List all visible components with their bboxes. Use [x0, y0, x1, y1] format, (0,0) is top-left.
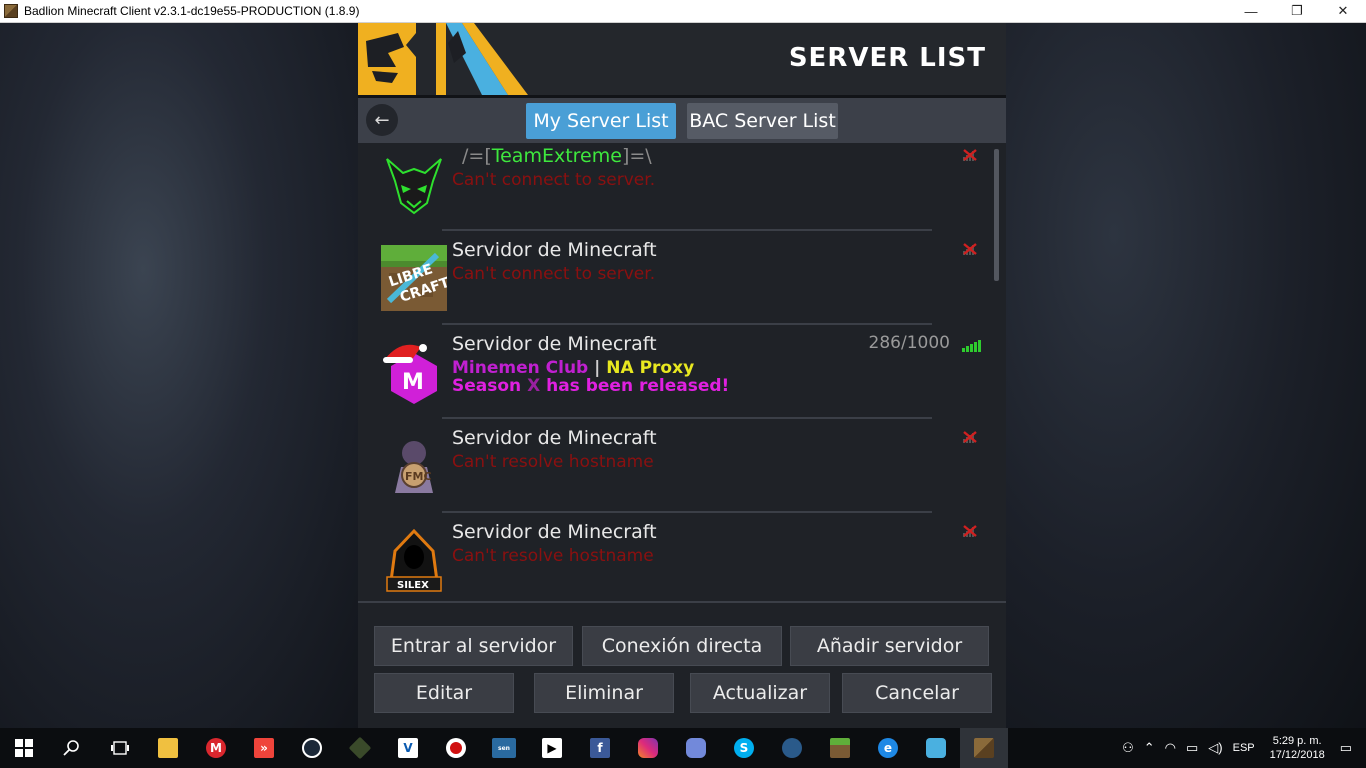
minemen-club-icon: M	[383, 344, 437, 404]
page-title: SERVER LIST	[788, 43, 986, 73]
motd-released: has been released!	[540, 376, 730, 396]
connection-error-icon	[963, 431, 977, 443]
svg-text:SILEX: SILEX	[397, 580, 429, 591]
server-name-prefix: /=[	[462, 145, 492, 167]
task-view-icon[interactable]	[96, 728, 144, 768]
window-controls: — ❐ ✕	[1228, 0, 1366, 23]
sentinel-app-icon[interactable]: sen	[480, 728, 528, 768]
header: SERVER LIST	[358, 23, 1006, 95]
motd-season-x: X	[527, 376, 541, 396]
badlion-logo-icon	[358, 23, 528, 95]
server-list: /=[TeamExtreme]=\ Can't connect to serve…	[358, 143, 1006, 603]
battery-icon[interactable]: ▭	[1186, 740, 1198, 756]
mega-icon[interactable]: M	[192, 728, 240, 768]
hooded-figure-icon: SILEX	[381, 527, 447, 593]
close-button[interactable]: ✕	[1320, 0, 1366, 23]
facebook-icon[interactable]: f	[576, 728, 624, 768]
add-server-button[interactable]: Añadir servidor	[790, 626, 989, 666]
clock[interactable]: 5:29 p. m. 17/12/2018	[1270, 734, 1325, 762]
server-name: Servidor de Minecraft	[452, 333, 657, 355]
cancel-button[interactable]: Cancelar	[842, 673, 992, 713]
connection-error-icon	[963, 149, 977, 161]
connection-error-icon	[963, 243, 977, 255]
motd-na-proxy: NA Proxy	[606, 358, 695, 378]
clock-date: 17/12/2018	[1269, 749, 1325, 761]
server-status-message: Can't connect to server.	[452, 264, 656, 284]
server-name: Servidor de Minecraft	[452, 521, 657, 543]
back-button[interactable]: ←	[366, 104, 398, 136]
motd-separator: |	[594, 358, 601, 378]
discord-icon[interactable]	[672, 728, 720, 768]
window-titlebar: Badlion Minecraft Client v2.3.1-dc19e55-…	[0, 0, 1366, 23]
server-list-panel: SERVER LIST ← My Server List BAC Server …	[358, 23, 1006, 728]
server-name: Servidor de Minecraft	[452, 427, 657, 449]
join-server-button[interactable]: Entrar al servidor	[374, 626, 573, 666]
teamspeak-icon[interactable]	[768, 728, 816, 768]
language-indicator[interactable]: ESP	[1233, 742, 1255, 754]
minecraft-grass-block-icon[interactable]	[816, 728, 864, 768]
delete-button[interactable]: Eliminar	[534, 673, 674, 713]
badlion-taskbar-icon[interactable]	[912, 728, 960, 768]
direct-connect-button[interactable]: Conexión directa	[582, 626, 782, 666]
people-icon[interactable]: ⚇	[1122, 740, 1134, 756]
server-motd-line2: Season X has been released!	[452, 376, 729, 396]
steam-icon[interactable]	[288, 728, 336, 768]
vegas-icon[interactable]: V	[384, 728, 432, 768]
video-player-icon[interactable]: ▶	[528, 728, 576, 768]
maximize-button[interactable]: ❐	[1274, 0, 1320, 23]
server-status-message: Can't resolve hostname	[452, 546, 654, 566]
obs-record-icon[interactable]	[432, 728, 480, 768]
game-background-right	[1006, 23, 1366, 728]
signal-strength-icon	[962, 338, 982, 352]
server-name-suffix: ]=\	[621, 145, 652, 167]
skype-icon[interactable]: S	[720, 728, 768, 768]
minimize-button[interactable]: —	[1228, 0, 1274, 23]
server-status-message: Can't connect to server.	[452, 170, 656, 190]
server-name: /=[TeamExtreme]=\	[462, 145, 652, 167]
tab-bar: ← My Server List BAC Server List	[358, 98, 1006, 143]
window-title: Badlion Minecraft Client v2.3.1-dc19e55-…	[24, 4, 360, 18]
clock-time: 5:29 p. m.	[1272, 735, 1322, 747]
system-tray: ⚇ ⌃ ◠ ▭ ◁) ESP 5:29 p. m. 17/12/2018 ▭	[1117, 728, 1366, 768]
server-entry[interactable]: FMC Servidor de Minecraft Can't resolve …	[358, 419, 998, 513]
minecraft-block-icon	[4, 4, 18, 18]
knight-avatar-icon: FMC	[381, 433, 447, 499]
svg-text:M: M	[402, 370, 424, 395]
server-entry[interactable]: /=[TeamExtreme]=\ Can't connect to serve…	[358, 143, 998, 231]
anydesk-icon[interactable]: »	[240, 728, 288, 768]
server-motd: Minemen Club | NA Proxy	[452, 358, 694, 378]
tab-my-server-list[interactable]: My Server List	[526, 103, 676, 139]
app-cube-icon[interactable]	[336, 728, 384, 768]
instagram-icon[interactable]	[624, 728, 672, 768]
refresh-button[interactable]: Actualizar	[690, 673, 830, 713]
player-count: 286/1000	[868, 333, 950, 353]
team-extreme-skull-icon	[381, 151, 447, 217]
svg-text:FMC: FMC	[405, 470, 432, 483]
libre-craft-icon: LIBRE CRAFT	[381, 245, 447, 311]
minecraft-client-taskbar-icon[interactable]	[960, 728, 1008, 768]
server-entry[interactable]: SILEX Servidor de Minecraft Can't resolv…	[358, 513, 998, 603]
volume-icon[interactable]: ◁)	[1208, 740, 1222, 756]
motd-season: Season	[452, 376, 528, 396]
server-name-core: TeamExtreme	[491, 145, 622, 167]
motd-minemen-club: Minemen Club	[452, 358, 589, 378]
tab-bac-server-list[interactable]: BAC Server List	[687, 103, 838, 139]
edit-button[interactable]: Editar	[374, 673, 514, 713]
notifications-icon[interactable]: ▭	[1340, 740, 1352, 756]
file-explorer-icon[interactable]	[144, 728, 192, 768]
connection-error-icon	[963, 525, 977, 537]
edge-browser-icon[interactable]: e	[864, 728, 912, 768]
list-bottom-divider	[358, 601, 1006, 603]
search-icon[interactable]	[48, 728, 96, 768]
wifi-icon[interactable]: ◠	[1165, 740, 1176, 756]
taskbar: M » V sen ▶ f S e ⚇ ⌃ ◠ ▭ ◁) ESP 5:29 p.…	[0, 728, 1366, 768]
chevron-up-icon[interactable]: ⌃	[1144, 740, 1155, 756]
server-entry[interactable]: LIBRE CRAFT Servidor de Minecraft Can't …	[358, 231, 998, 325]
server-entry[interactable]: M Servidor de Minecraft 286/1000 Minemen…	[358, 325, 998, 419]
start-windows-icon[interactable]	[0, 728, 48, 768]
server-status-message: Can't resolve hostname	[452, 452, 654, 472]
game-background-left	[0, 23, 358, 728]
server-name: Servidor de Minecraft	[452, 239, 657, 261]
